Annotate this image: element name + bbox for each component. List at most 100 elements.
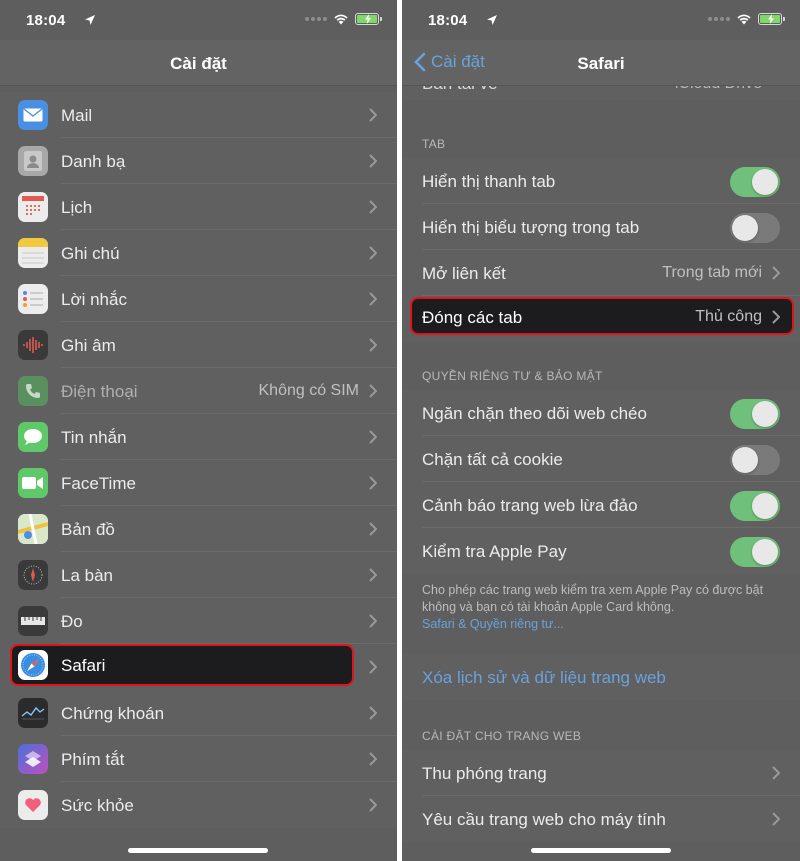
row-label: Mở liên kết <box>422 264 506 283</box>
setting-block-all-cookies[interactable]: Chặn tất cả cookie <box>402 436 800 482</box>
section-header-websites: CÀI ĐẶT CHO TRANG WEB <box>402 700 800 750</box>
shortcuts-icon <box>18 744 48 774</box>
settings-item-stocks[interactable]: Chứng khoán <box>0 690 397 736</box>
settings-item-facetime[interactable]: FaceTime <box>0 460 397 506</box>
location-icon <box>487 15 497 25</box>
chevron-right-icon <box>369 384 377 398</box>
settings-item-label: Phím tắt <box>61 750 125 769</box>
home-indicator[interactable] <box>128 848 268 853</box>
chevron-right-icon <box>369 706 377 720</box>
chevron-right-icon <box>772 310 780 324</box>
section-header-privacy: QUYỀN RIÊNG TƯ & BẢO MẬT <box>402 342 800 390</box>
settings-item-label: Lịch <box>61 198 93 217</box>
safari-icon <box>18 650 48 680</box>
privacy-link[interactable]: Safari & Quyền riêng tư... <box>422 616 780 633</box>
chevron-right-icon <box>369 430 377 444</box>
toggle-switch[interactable] <box>730 445 780 475</box>
settings-item-label: Chứng khoán <box>61 704 165 723</box>
row-value: Thủ công <box>695 308 762 325</box>
setting-show-icons-in-tabs[interactable]: Hiển thị biểu tượng trong tab <box>402 204 800 250</box>
clear-history-label: Xóa lịch sử và dữ liệu trang web <box>422 668 666 687</box>
setting-fraudulent-website-warning[interactable]: Cảnh báo trang web lừa đảo <box>402 482 800 528</box>
settings-item-health[interactable]: Sức khỏe <box>0 782 397 828</box>
settings-item-reminders[interactable]: Lời nhắc <box>0 276 397 322</box>
chevron-right-icon <box>369 476 377 490</box>
setting-show-tab-bar[interactable]: Hiển thị thanh tab <box>402 158 800 204</box>
chevron-right-icon <box>369 246 377 260</box>
settings-item-calendar[interactable]: Lịch <box>0 184 397 230</box>
row-value: Trong tab mới <box>662 264 762 281</box>
chevron-right-icon <box>369 292 377 306</box>
setting-page-zoom[interactable]: Thu phóng trang <box>402 750 800 796</box>
voice-memos-icon <box>18 330 48 360</box>
phone-icon <box>18 376 48 406</box>
settings-item-mail[interactable]: Mail <box>0 92 397 138</box>
settings-item-shortcuts[interactable]: Phím tắt <box>0 736 397 782</box>
setting-open-links[interactable]: Mở liên kết Trong tab mới <box>402 250 800 296</box>
health-icon <box>18 790 48 820</box>
toggle-switch[interactable] <box>730 399 780 429</box>
settings-item-label: Đo <box>61 612 83 631</box>
chevron-right-icon <box>369 614 377 628</box>
row-label: Cảnh báo trang web lừa đảo <box>422 496 638 515</box>
clear-history-button[interactable]: Xóa lịch sử và dữ liệu trang web <box>402 654 800 700</box>
settings-item-contacts[interactable]: Danh bạ <box>0 138 397 184</box>
toggle-switch[interactable] <box>730 491 780 521</box>
setting-prevent-cross-site-tracking[interactable]: Ngăn chặn theo dõi web chéo <box>402 390 800 436</box>
toggle-switch[interactable] <box>730 213 780 243</box>
nav-bar: Cài đặt Safari <box>402 40 800 86</box>
chevron-right-icon <box>369 338 377 352</box>
status-time: 18:04 <box>428 12 468 29</box>
settings-item-label: Mail <box>61 106 93 125</box>
chevron-right-icon <box>369 200 377 214</box>
setting-close-tabs[interactable]: Đóng các tab Thủ công <box>402 296 800 342</box>
settings-item-phone[interactable]: Điện thoại Không có SIM <box>0 368 397 414</box>
settings-item-value: Không có SIM <box>258 382 360 399</box>
notes-icon <box>18 238 48 268</box>
settings-item-notes[interactable]: Ghi chú <box>0 230 397 276</box>
compass-icon <box>18 560 48 590</box>
chevron-right-icon <box>772 266 780 280</box>
row-label: Đóng các tab <box>422 308 523 327</box>
toggle-switch[interactable] <box>730 167 780 197</box>
row-label: Yêu cầu trang web cho máy tính <box>422 810 666 829</box>
signal-icon <box>305 17 327 21</box>
status-icons <box>305 13 382 25</box>
settings-item-label: Ghi chú <box>61 244 120 263</box>
stocks-icon <box>18 698 48 728</box>
location-icon <box>85 15 95 25</box>
contacts-icon <box>18 146 48 176</box>
settings-item-label: Ghi âm <box>61 336 116 355</box>
facetime-icon <box>18 468 48 498</box>
status-bar: 18:04 <box>402 0 800 40</box>
settings-item-messages[interactable]: Tin nhắn <box>0 414 397 460</box>
signal-icon <box>708 17 730 21</box>
reminders-icon <box>18 284 48 314</box>
apple-pay-footnote: Cho phép các trang web kiểm tra xem Appl… <box>402 574 800 644</box>
chevron-right-icon <box>772 766 780 780</box>
home-indicator[interactable] <box>531 848 671 853</box>
safari-settings-list: TAB Hiển thị thanh tab Hiển thị biểu tượ… <box>402 108 800 842</box>
toggle-switch[interactable] <box>730 537 780 567</box>
settings-item-maps[interactable]: Bản đồ <box>0 506 397 552</box>
settings-item-compass[interactable]: La bàn <box>0 552 397 598</box>
setting-check-apple-pay[interactable]: Kiểm tra Apple Pay <box>402 528 800 574</box>
settings-item-safari[interactable]: Safari <box>0 644 397 690</box>
wifi-icon <box>334 14 348 25</box>
chevron-right-icon <box>369 660 377 674</box>
chevron-right-icon <box>369 752 377 766</box>
chevron-right-icon <box>369 798 377 812</box>
section-header-tab: TAB <box>402 108 800 158</box>
status-bar: 18:04 <box>0 0 397 40</box>
settings-item-label: FaceTime <box>61 474 136 493</box>
chevron-right-icon <box>369 522 377 536</box>
chevron-right-icon <box>369 568 377 582</box>
settings-item-label: Safari <box>61 656 106 675</box>
battery-icon <box>758 13 785 25</box>
maps-icon <box>18 514 48 544</box>
setting-request-desktop-website[interactable]: Yêu cầu trang web cho máy tính <box>402 796 800 842</box>
status-time: 18:04 <box>26 12 66 29</box>
settings-item-voice-memos[interactable]: Ghi âm <box>0 322 397 368</box>
settings-item-label: Tin nhắn <box>61 428 127 447</box>
settings-item-measure[interactable]: Đo <box>0 598 397 644</box>
